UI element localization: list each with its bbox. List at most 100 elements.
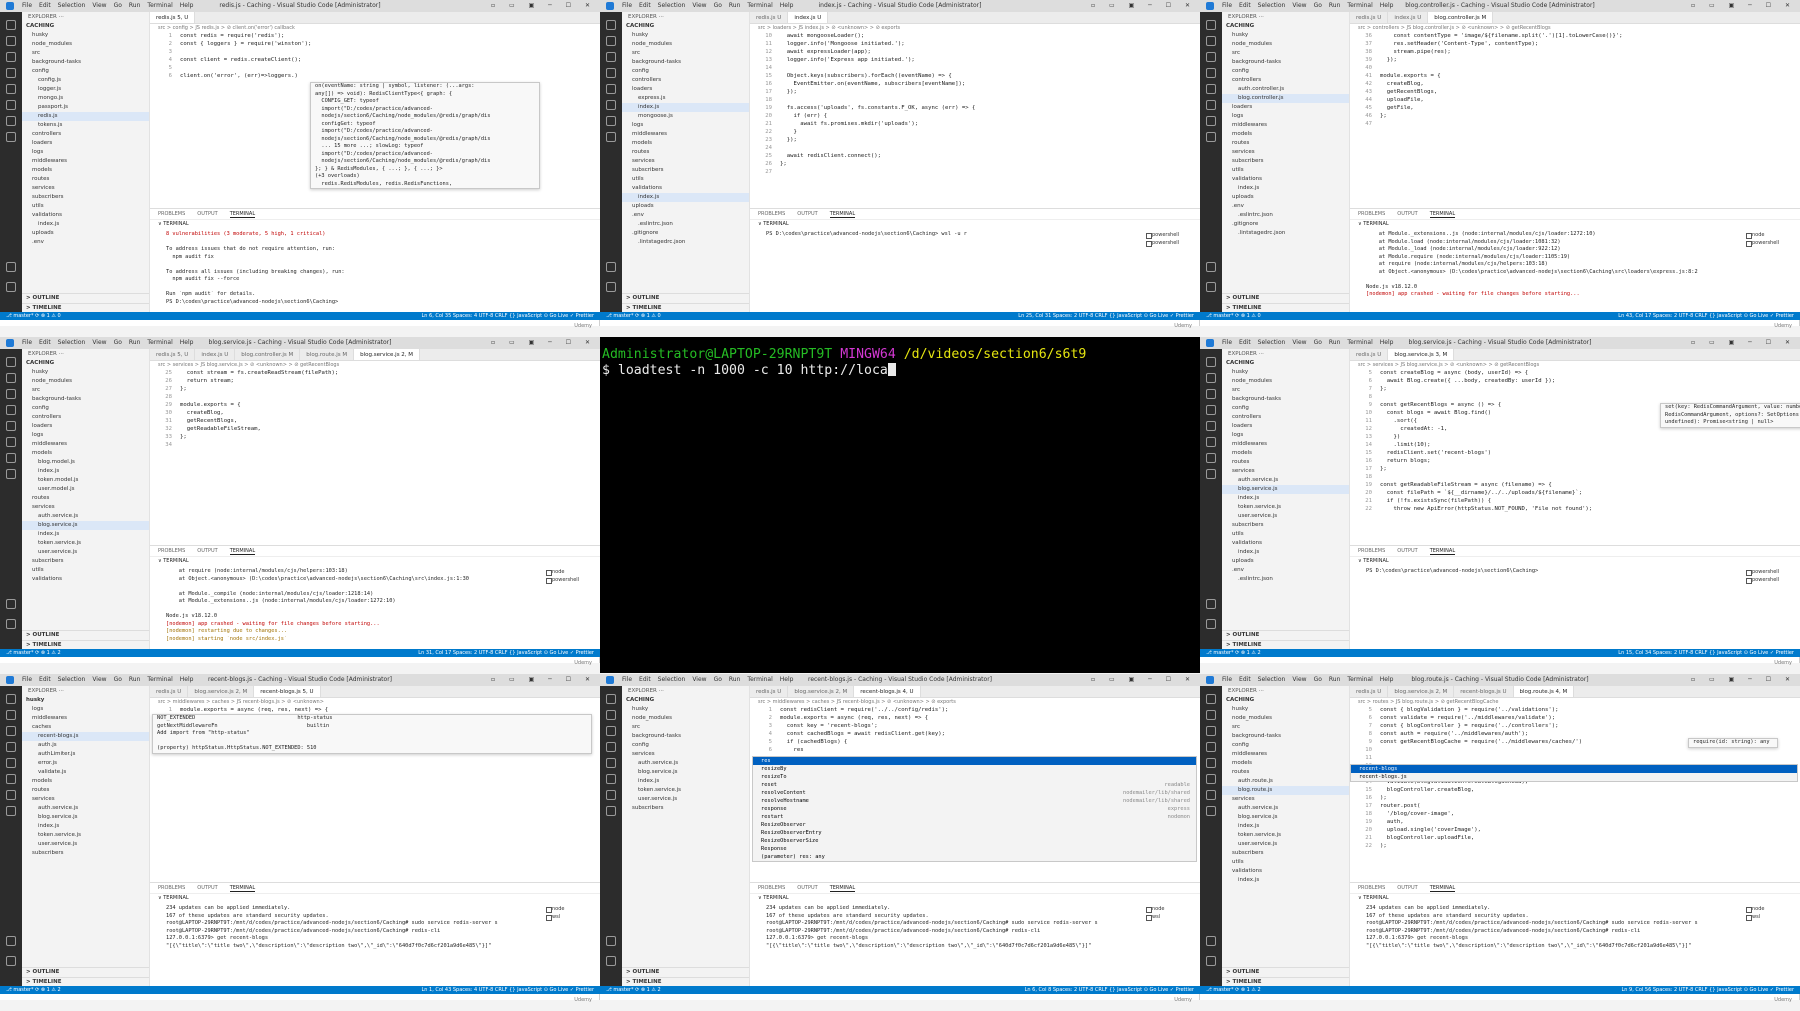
remote-icon[interactable]: [1206, 453, 1216, 463]
code-view[interactable]: 10 await mongooseLoader(); 11 logger.info…: [750, 32, 1200, 176]
tree-item[interactable]: token.service.js: [622, 786, 749, 795]
panel-tab-output[interactable]: OUTPUT: [197, 211, 217, 217]
tree-item[interactable]: routes: [22, 175, 149, 184]
tree-item[interactable]: husky: [1222, 31, 1349, 40]
tree-item[interactable]: utils: [22, 202, 149, 211]
menu-file[interactable]: File: [1222, 339, 1232, 346]
tree-item[interactable]: routes: [622, 148, 749, 157]
menu-go[interactable]: Go: [114, 676, 122, 683]
run-debug-icon[interactable]: [6, 742, 16, 752]
terminal-session[interactable]: powershell: [1744, 239, 1796, 247]
terminal-output[interactable]: 234 updates can be applied immediately. 1…: [766, 905, 1140, 984]
tree-item[interactable]: background-tasks: [22, 58, 149, 67]
tree-item[interactable]: husky: [22, 31, 149, 40]
search-icon[interactable]: [6, 36, 16, 46]
tree-item[interactable]: src: [1222, 723, 1349, 732]
menu-run[interactable]: Run: [1329, 676, 1341, 683]
tree-item[interactable]: husky: [622, 31, 749, 40]
suggestion-item[interactable]: ResizeObserver: [753, 821, 1196, 829]
panel-tab-output[interactable]: OUTPUT: [1397, 211, 1417, 217]
code-view[interactable]: 1 module.exports = async (req, res, next)…: [150, 706, 600, 714]
tree-item[interactable]: services: [1222, 148, 1349, 157]
video-tile-9[interactable]: blog.route.js - Caching - Visual Studio …: [1200, 674, 1800, 1010]
menu-run[interactable]: Run: [129, 676, 141, 683]
tree-item[interactable]: validations: [1222, 539, 1349, 548]
tree-item[interactable]: config: [22, 404, 149, 413]
bash-command-line[interactable]: $ loadtest -n 1000 -c 10 http://loca: [602, 363, 896, 378]
menu-help[interactable]: Help: [1380, 2, 1394, 9]
panel-tab-terminal[interactable]: TERMINAL: [829, 885, 856, 892]
tree-item[interactable]: express.js: [622, 94, 749, 103]
source-control-icon[interactable]: [6, 389, 16, 399]
settings-gear-icon[interactable]: [1206, 282, 1216, 292]
tree-item[interactable]: models: [622, 139, 749, 148]
outline-section[interactable]: > OUTLINE: [622, 967, 749, 976]
menu-go[interactable]: Go: [1314, 2, 1322, 9]
docker-icon[interactable]: [1206, 806, 1216, 816]
tree-item[interactable]: node_modules: [622, 40, 749, 49]
explorer-icon[interactable]: [1206, 357, 1216, 367]
tree-item[interactable]: token.model.js: [22, 476, 149, 485]
tree-item[interactable]: token.service.js: [1222, 503, 1349, 512]
terminal-session[interactable]: wsl: [544, 913, 596, 921]
window-controls[interactable]: ▫ ▭ ▣ ─ ☐ ✕: [1691, 674, 1796, 686]
menu-edit[interactable]: Edit: [39, 339, 51, 346]
remote-icon[interactable]: [6, 790, 16, 800]
suggestion-item[interactable]: ResizeObserverSize: [753, 837, 1196, 845]
tree-item[interactable]: subscribers: [22, 849, 149, 858]
menu-help[interactable]: Help: [1380, 339, 1394, 346]
tree-item[interactable]: index.js: [1222, 184, 1349, 193]
accounts-icon[interactable]: [6, 262, 16, 272]
tree-item[interactable]: background-tasks: [1222, 58, 1349, 67]
menu-file[interactable]: File: [622, 2, 632, 9]
menu-selection[interactable]: Selection: [658, 2, 686, 9]
panel-tab-output[interactable]: OUTPUT: [1397, 885, 1417, 891]
extensions-icon[interactable]: [606, 84, 616, 94]
suggestion-item[interactable]: restart nodemon: [753, 813, 1196, 821]
tree-item[interactable]: validations: [622, 184, 749, 193]
menu-terminal[interactable]: Terminal: [747, 2, 772, 9]
tree-item[interactable]: CACHING: [622, 22, 749, 31]
editor-tab[interactable]: blog.route.js M: [300, 349, 355, 360]
panel-tab-problems[interactable]: PROBLEMS: [1358, 885, 1385, 891]
extensions-icon[interactable]: [606, 758, 616, 768]
terminal-output[interactable]: at require (node:internal/modules/cjs/he…: [166, 568, 540, 647]
menu-run[interactable]: Run: [729, 2, 741, 9]
menu-view[interactable]: View: [1292, 676, 1306, 683]
timeline-section[interactable]: > TIMELINE: [622, 977, 749, 986]
search-icon[interactable]: [1206, 710, 1216, 720]
terminal-output[interactable]: PS D:\codes\practice\advanced-nodejs\sec…: [1366, 568, 1740, 647]
tree-item[interactable]: routes: [1222, 458, 1349, 467]
tree-item[interactable]: mongo.js: [22, 94, 149, 103]
menu-go[interactable]: Go: [714, 2, 722, 9]
tree-item[interactable]: models: [22, 777, 149, 786]
tree-item[interactable]: index.js: [1222, 494, 1349, 503]
tree-item[interactable]: blog.service.js: [22, 521, 149, 530]
tree-item[interactable]: config: [622, 67, 749, 76]
breadcrumb[interactable]: src > middlewares > caches > JS recent-b…: [150, 698, 600, 706]
tree-item[interactable]: index.js: [22, 220, 149, 229]
menu-help[interactable]: Help: [180, 676, 194, 683]
outline-section[interactable]: > OUTLINE: [622, 293, 749, 302]
terminal-session[interactable]: node: [1144, 905, 1196, 913]
tree-item[interactable]: blog.model.js: [22, 458, 149, 467]
tree-item[interactable]: src: [1222, 386, 1349, 395]
panel-tab-problems[interactable]: PROBLEMS: [158, 211, 185, 217]
menu-selection[interactable]: Selection: [58, 2, 86, 9]
settings-gear-icon[interactable]: [1206, 956, 1216, 966]
path-suggestion[interactable]: recent-blogs recent-blogs.js: [1350, 764, 1798, 782]
tree-item[interactable]: validations: [22, 575, 149, 584]
panel-tab-problems[interactable]: PROBLEMS: [1358, 211, 1385, 217]
panel-tab-terminal[interactable]: TERMINAL: [1429, 885, 1456, 892]
menu-view[interactable]: View: [692, 676, 706, 683]
accounts-icon[interactable]: [606, 936, 616, 946]
testing-icon[interactable]: [6, 437, 16, 447]
tree-item[interactable]: .env: [1222, 566, 1349, 575]
extensions-icon[interactable]: [1206, 758, 1216, 768]
editor-tab[interactable]: blog.service.js 3, M: [1388, 349, 1455, 360]
tree-item[interactable]: subscribers: [22, 557, 149, 566]
menu-view[interactable]: View: [1292, 339, 1306, 346]
tree-item[interactable]: logs: [22, 705, 149, 714]
tree-item[interactable]: authLimiter.js: [22, 750, 149, 759]
terminal-session[interactable]: powershell: [1144, 231, 1196, 239]
